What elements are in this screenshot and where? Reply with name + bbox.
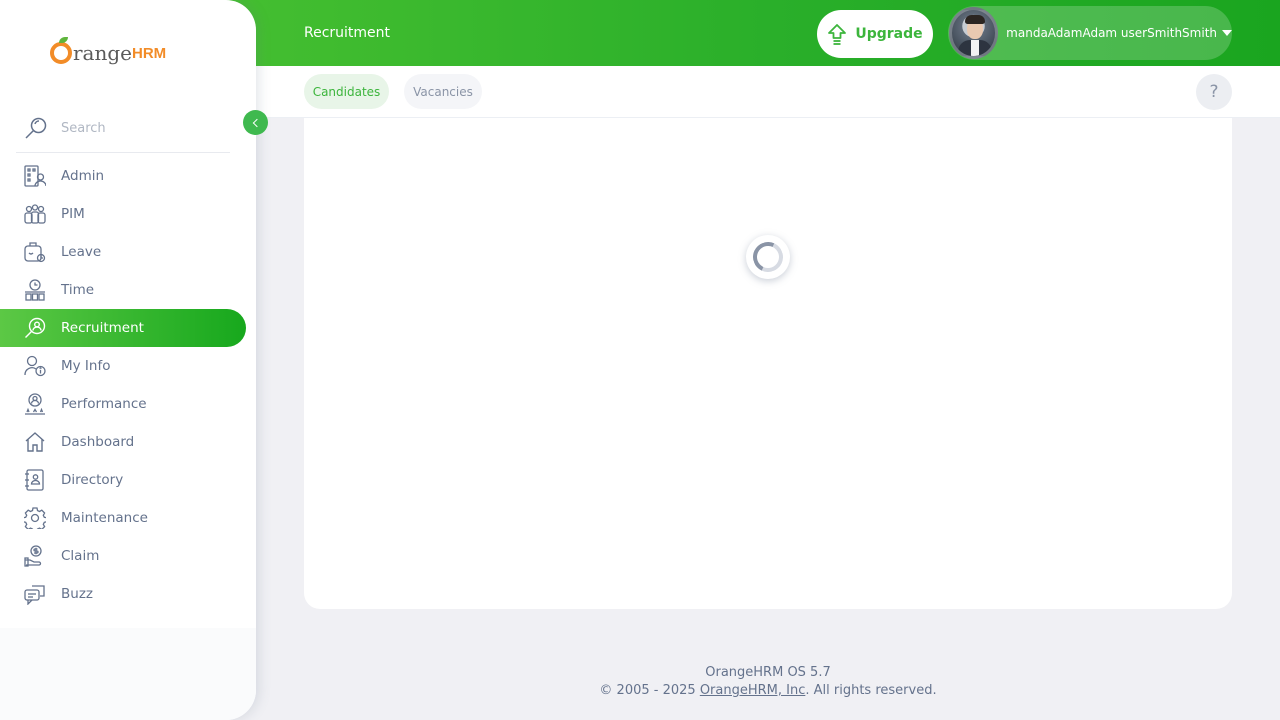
main-content-card [304, 118, 1232, 609]
search-input[interactable] [61, 120, 221, 136]
sidebar-item-label: PIM [61, 206, 85, 222]
leave-icon [24, 242, 46, 263]
upgrade-arrow-icon [828, 24, 847, 45]
maintenance-icon [24, 507, 46, 529]
sidebar-item-claim[interactable]: Claim [0, 537, 246, 575]
sidebar-item-label: Leave [61, 244, 102, 260]
copyright-prefix: © 2005 - 2025 [599, 683, 700, 698]
sidebar-item-time[interactable]: Time [0, 271, 246, 309]
company-link[interactable]: OrangeHRM, Inc [700, 683, 806, 698]
sidebar-item-label: Admin [61, 168, 105, 184]
claim-icon [24, 545, 42, 567]
loading-spinner [746, 235, 790, 279]
sidebar-item-label: Buzz [61, 586, 93, 602]
sidebar-item-label: Dashboard [61, 434, 135, 450]
collapse-sidebar-button[interactable] [243, 110, 268, 135]
brand-logo[interactable]: range HRM [50, 32, 166, 64]
performance-icon [25, 393, 45, 415]
sidebar-footer-area [0, 628, 256, 720]
sidebar-item-label: Performance [61, 396, 147, 412]
caret-down-icon [1222, 30, 1232, 36]
copyright-suffix: . All rights reserved. [805, 683, 937, 698]
sidebar-item-buzz[interactable]: Buzz [0, 575, 246, 613]
footer-copyright: © 2005 - 2025 OrangeHRM, Inc. All rights… [256, 682, 1280, 700]
user-name: mandaAdamAdam userSmithSmith [1006, 26, 1217, 40]
sidebar-item-label: Claim [61, 548, 100, 564]
sidebar-item-admin[interactable]: Admin [0, 157, 246, 195]
sidebar-item-label: Maintenance [61, 510, 148, 526]
admin-icon [24, 165, 46, 187]
brand-suffix: HRM [132, 45, 167, 62]
sidebar-item-label: Recruitment [61, 320, 144, 336]
sidebar-item-performance[interactable]: Performance [0, 385, 246, 423]
tab-vacancies[interactable]: Vacancies [404, 74, 482, 109]
sidebar-item-directory[interactable]: Directory [0, 461, 246, 499]
sidebar-search [16, 104, 230, 153]
sidebar: range HRM Admin PIM [0, 0, 256, 720]
upgrade-button[interactable]: Upgrade [817, 10, 933, 58]
search-icon [25, 117, 47, 139]
sidebar-item-dashboard[interactable]: Dashboard [0, 423, 246, 461]
pim-icon [24, 204, 46, 224]
sidebar-item-recruitment[interactable]: Recruitment [0, 309, 246, 347]
brand-name: range [73, 41, 133, 65]
chevron-left-icon [252, 118, 262, 127]
sidebar-item-pim[interactable]: PIM [0, 195, 246, 233]
main-menu: Admin PIM Leave Time Recruitment My Info… [0, 157, 256, 613]
spinner-icon [748, 237, 788, 277]
sidebar-item-my-info[interactable]: My Info [0, 347, 246, 385]
sidebar-item-leave[interactable]: Leave [0, 233, 246, 271]
time-icon [25, 279, 45, 301]
help-button[interactable]: ? [1196, 74, 1232, 110]
orange-logo-icon [50, 37, 72, 64]
sidebar-item-label: Time [61, 282, 95, 298]
sidebar-item-maintenance[interactable]: Maintenance [0, 499, 246, 537]
avatar [949, 7, 999, 59]
tab-candidates[interactable]: Candidates [304, 74, 389, 109]
recruitment-icon [25, 317, 46, 338]
footer-version: OrangeHRM OS 5.7 [705, 665, 831, 680]
directory-icon [25, 469, 44, 491]
sub-navigation: Candidates Vacancies ? [256, 66, 1280, 118]
my-info-icon [24, 355, 46, 377]
sidebar-item-label: Directory [61, 472, 124, 488]
footer: OrangeHRM OS 5.7 © 2005 - 2025 OrangeHRM… [256, 664, 1280, 700]
page-title: Recruitment [304, 25, 391, 41]
dashboard-icon [25, 432, 45, 452]
buzz-icon [24, 585, 45, 605]
user-dropdown[interactable]: mandaAdamAdam userSmithSmith [948, 6, 1232, 60]
upgrade-label: Upgrade [855, 26, 923, 42]
sidebar-item-label: My Info [61, 358, 111, 374]
